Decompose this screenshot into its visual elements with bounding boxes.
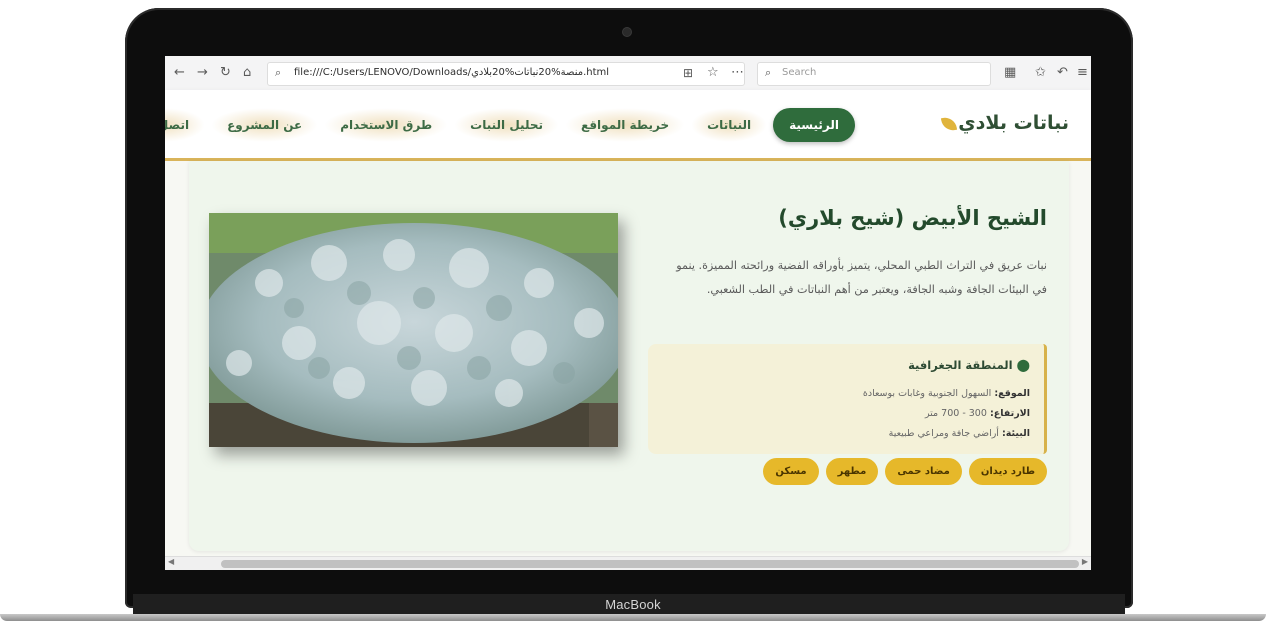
- scrollbar-thumb[interactable]: [221, 560, 1079, 568]
- tag-analgesic[interactable]: مسكن: [763, 458, 819, 485]
- address-bar[interactable]: ⌕ file:///C:/Users/LENOVO/Downloads/منصة…: [267, 62, 745, 86]
- more-actions-icon[interactable]: ⋯: [731, 65, 744, 81]
- geo-location: الموقع: السهول الجنوبية وغابات بوسعادة: [863, 388, 1030, 399]
- home-icon[interactable]: ⌂: [243, 65, 251, 81]
- nav-item-about[interactable]: عن المشروع: [211, 108, 319, 142]
- site-header: نباتات بلادي الرئيسية النباتات خريطة الم…: [165, 90, 1091, 161]
- undo-icon[interactable]: ↶: [1057, 65, 1068, 81]
- forward-icon[interactable]: →: [197, 65, 208, 81]
- tag-antipyretic[interactable]: مضاد حمى: [885, 458, 962, 485]
- site-logo[interactable]: نباتات بلادي: [941, 112, 1069, 134]
- back-icon[interactable]: ←: [174, 65, 185, 81]
- location-pin-icon: ⬤: [1016, 358, 1030, 372]
- extensions-grid-icon[interactable]: ▦: [1004, 65, 1016, 81]
- leaf-icon: [941, 115, 958, 132]
- altitude-label: الارتفاع:: [989, 408, 1030, 419]
- scroll-left-icon[interactable]: ◀: [168, 557, 174, 566]
- geo-title-text: المنطقة الجغرافية: [908, 358, 1013, 372]
- logo-text: نباتات بلادي: [958, 112, 1069, 134]
- menu-icon[interactable]: ≡: [1077, 65, 1088, 81]
- nav-item-usage[interactable]: طرق الاستخدام: [324, 108, 449, 142]
- property-tags: طارد ديدان مضاد حمى مطهر مسكن: [747, 458, 1047, 486]
- location-value: السهول الجنوبية وغابات بوسعادة: [862, 388, 992, 399]
- environment-label: البيئة:: [1001, 428, 1030, 439]
- plant-title: الشيح الأبيض (شيح بلاري): [778, 206, 1047, 230]
- geo-environment: البيئة: أراضي جافة ومراعي طبيعية: [889, 428, 1030, 439]
- favorites-icon[interactable]: ✩: [1035, 65, 1046, 81]
- nav-item-analysis[interactable]: تحليل النبات: [454, 108, 559, 142]
- search-icon: ⌕: [275, 66, 282, 79]
- plant-description: نبات عريق في التراث الطبي المحلي، يتميز …: [676, 259, 1047, 296]
- altitude-value: 300 - 700 متر: [924, 408, 987, 419]
- geo-altitude: الارتفاع: 300 - 700 متر: [925, 408, 1030, 419]
- browser-window: ← → ↻ ⌂ ⌕ file:///C:/Users/LENOVO/Downlo…: [165, 56, 1091, 570]
- search-icon: ⌕: [765, 66, 772, 79]
- laptop-base: [0, 614, 1266, 621]
- main-nav: الرئيسية النباتات خريطة المواقع تحليل ال…: [165, 107, 855, 143]
- horizontal-scrollbar[interactable]: ◀ ▶: [165, 556, 1091, 570]
- nav-item-home[interactable]: الرئيسية: [773, 108, 855, 142]
- geo-info-box: ⬤ المنطقة الجغرافية الموقع: السهول الجنو…: [648, 344, 1047, 454]
- plant-photo: [209, 213, 618, 447]
- webcam-icon: [623, 28, 631, 36]
- scroll-right-icon[interactable]: ▶: [1082, 557, 1088, 566]
- tag-anthelmintic[interactable]: طارد ديدان: [968, 458, 1047, 485]
- location-label: الموقع:: [994, 388, 1030, 399]
- browser-search[interactable]: ⌕ Search: [757, 62, 991, 86]
- geo-title: ⬤ المنطقة الجغرافية: [908, 358, 1030, 372]
- url-text: file:///C:/Users/LENOVO/Downloads/منصة%2…: [294, 67, 610, 78]
- reload-icon[interactable]: ↻: [220, 65, 231, 81]
- environment-value: أراضي جافة ومراعي طبيعية: [888, 428, 999, 439]
- translate-icon[interactable]: ⊞: [683, 65, 693, 81]
- browser-toolbar: ← → ↻ ⌂ ⌕ file:///C:/Users/LENOVO/Downlo…: [165, 56, 1091, 91]
- search-placeholder: Search: [782, 67, 817, 78]
- bookmark-star-icon[interactable]: ☆: [707, 65, 719, 81]
- nav-item-contact[interactable]: اتصل بنا: [165, 108, 206, 142]
- nav-item-map[interactable]: خريطة المواقع: [565, 108, 686, 142]
- laptop-brand: MacBook: [605, 597, 661, 612]
- tag-antiseptic[interactable]: مطهر: [825, 458, 879, 485]
- nav-item-plants[interactable]: النباتات: [691, 108, 768, 142]
